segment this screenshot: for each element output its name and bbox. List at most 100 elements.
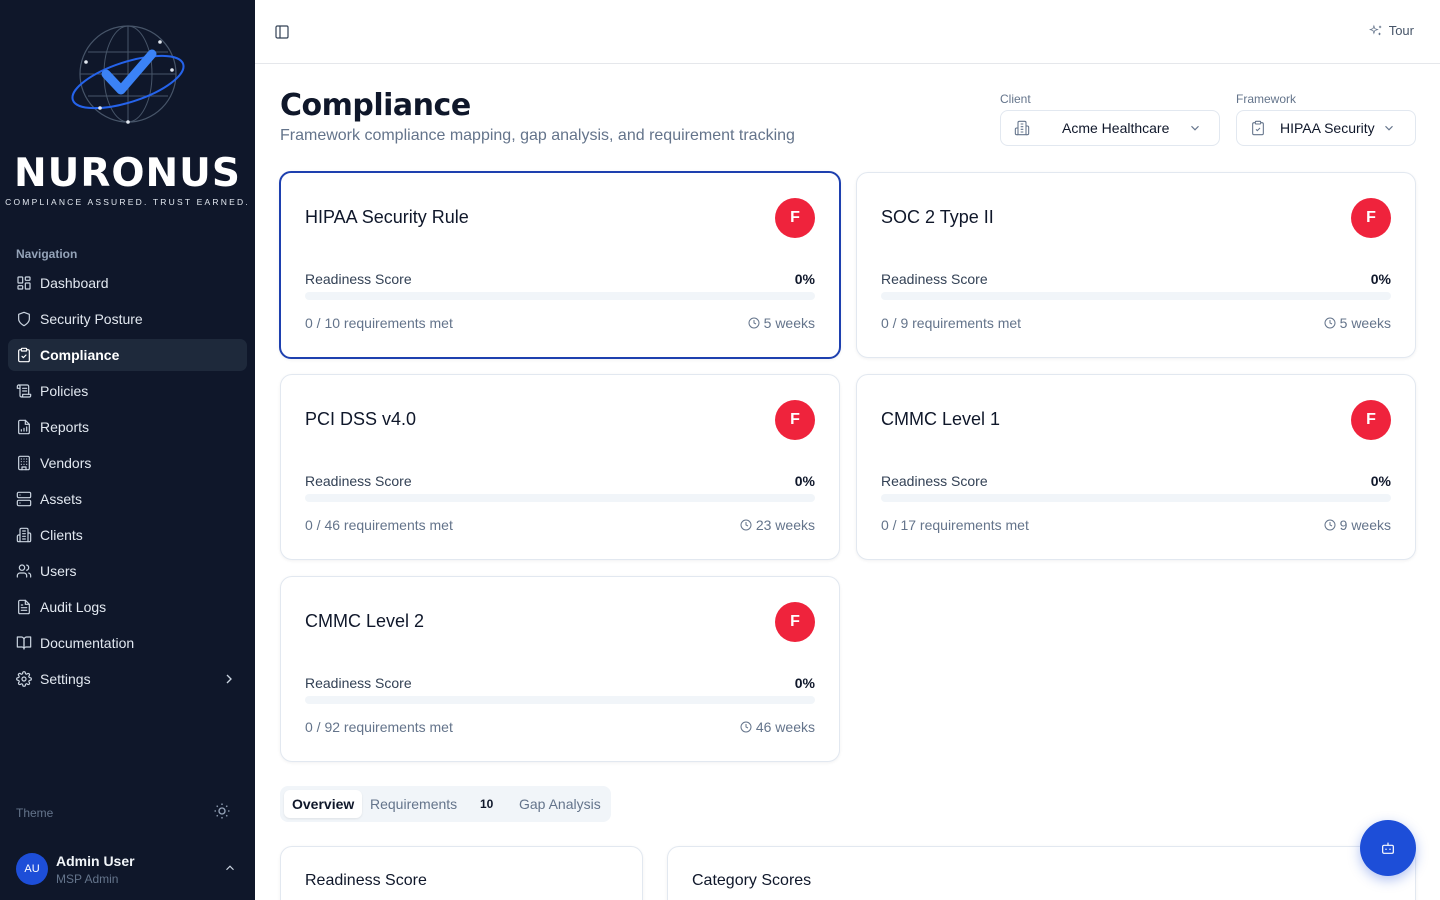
tab-gap-analysis[interactable]: Gap Analysis xyxy=(519,790,601,818)
requirements-met: 0 / 10 requirements met xyxy=(305,315,453,331)
framework-label: Framework xyxy=(1236,92,1297,106)
weeks-value: 46 weeks xyxy=(755,719,815,735)
nav-heading: Navigation xyxy=(16,247,78,261)
framework-card[interactable]: CMMC Level 1 F Readiness Score 0% 0 / 17 req… xyxy=(856,374,1416,560)
sidebar-item-documentation[interactable]: Documentation xyxy=(8,627,247,659)
page-subtitle: Framework compliance mapping, gap analys… xyxy=(280,127,795,144)
file-text-icon xyxy=(16,599,32,615)
readiness-progress-bar xyxy=(881,292,1391,300)
requirements-met: 0 / 17 requirements met xyxy=(881,517,1029,533)
tour-label: Tour xyxy=(1388,23,1414,38)
requirements-met: 0 / 9 requirements met xyxy=(881,315,1022,331)
clipboard-check-icon xyxy=(1250,120,1266,136)
weeks-value: 5 weeks xyxy=(1339,315,1391,331)
clipboard-check-icon xyxy=(16,347,32,363)
requirements-met: 0 / 46 requirements met xyxy=(305,517,453,533)
dashboard-icon xyxy=(16,275,32,291)
framework-name: PCI DSS v4.0 xyxy=(305,409,417,429)
sidebar-item-reports[interactable]: Reports xyxy=(8,411,247,443)
clock-icon xyxy=(740,519,752,531)
brand-logo[interactable]: NURONUS COMPLIANCE ASSURED. TRUST EARNED… xyxy=(0,14,255,214)
building-2-icon xyxy=(16,527,32,543)
estimated-time: 46 weeks xyxy=(740,719,815,735)
client-select[interactable]: Acme Healthcare xyxy=(1000,110,1220,146)
tour-button[interactable]: Tour xyxy=(1368,23,1414,38)
sidebar-item-security-posture[interactable]: Security Posture xyxy=(8,303,247,335)
sidebar-item-vendors[interactable]: Vendors xyxy=(8,447,247,479)
framework-name: HIPAA Security Rule xyxy=(305,207,469,227)
clock-icon xyxy=(748,317,760,329)
grade-badge: F xyxy=(775,198,815,238)
readiness-label: Readiness Score xyxy=(305,675,412,691)
user-name: Admin User xyxy=(56,853,135,869)
brand-name: NURONUS xyxy=(14,151,241,196)
sun-icon xyxy=(214,803,230,819)
sidebar-item-assets[interactable]: Assets xyxy=(8,483,247,515)
assistant-button[interactable] xyxy=(1360,820,1416,876)
category-scores-panel: Category Scores xyxy=(667,846,1416,900)
sparkles-icon xyxy=(1368,24,1381,35)
sidebar-item-label: Vendors xyxy=(40,455,92,471)
sidebar: NURONUS COMPLIANCE ASSURED. TRUST EARNED… xyxy=(0,0,255,900)
chevron-down-icon xyxy=(1382,121,1396,135)
topbar: Tour xyxy=(255,0,1440,64)
client-label: Client xyxy=(1000,92,1031,106)
readiness-label: Readiness Score xyxy=(305,271,412,287)
sidebar-item-label: Settings xyxy=(40,671,91,687)
chevron-right-icon xyxy=(221,671,237,687)
weeks-value: 5 weeks xyxy=(763,315,815,331)
panel-title: Category Scores xyxy=(692,872,812,889)
sidebar-toggle-button[interactable] xyxy=(274,24,290,40)
readiness-value: 0% xyxy=(794,675,815,691)
grade-badge: F xyxy=(1351,198,1391,238)
panel-left-icon xyxy=(275,25,289,39)
framework-select[interactable]: HIPAA Security I xyxy=(1236,110,1416,146)
client-value: Acme Healthcare xyxy=(1062,120,1170,136)
sidebar-item-label: Clients xyxy=(40,527,83,543)
tab-overview[interactable]: Overview xyxy=(284,790,363,818)
framework-name: CMMC Level 1 xyxy=(881,409,1001,429)
building-icon xyxy=(1014,120,1030,136)
framework-card[interactable]: PCI DSS v4.0 F Readiness Score 0% 0 / 46 req… xyxy=(280,374,840,560)
framework-name: CMMC Level 2 xyxy=(305,611,425,631)
gear-icon xyxy=(16,671,32,687)
bot-icon xyxy=(1382,842,1394,854)
sidebar-item-audit-logs[interactable]: Audit Logs xyxy=(8,591,247,623)
chevron-down-icon xyxy=(1188,121,1202,135)
sidebar-item-label: Reports xyxy=(40,419,90,435)
weeks-value: 9 weeks xyxy=(1339,517,1391,533)
readiness-progress-bar xyxy=(305,292,815,300)
sidebar-item-compliance[interactable]: Compliance xyxy=(8,339,247,371)
estimated-time: 9 weeks xyxy=(1324,517,1391,533)
sidebar-item-dashboard[interactable]: Dashboard xyxy=(8,267,247,299)
scroll-icon xyxy=(16,383,32,399)
tab-list: Overview Requirements 10 Gap Analysis xyxy=(280,786,611,822)
brand-tagline: COMPLIANCE ASSURED. TRUST EARNED. xyxy=(5,197,250,207)
framework-value: HIPAA Security I xyxy=(1280,120,1376,136)
avatar: AU xyxy=(16,853,48,885)
sidebar-item-clients[interactable]: Clients xyxy=(8,519,247,551)
user-role: MSP Admin xyxy=(56,872,119,886)
framework-card[interactable]: HIPAA Security Rule F Readiness Score 0% 0 /… xyxy=(279,171,841,359)
shield-icon xyxy=(16,311,32,327)
file-chart-icon xyxy=(16,419,32,435)
sidebar-item-label: Audit Logs xyxy=(40,599,107,615)
readiness-progress-bar xyxy=(881,494,1391,502)
tab-requirements[interactable]: Requirements xyxy=(370,790,457,818)
sidebar-item-settings[interactable]: Settings xyxy=(8,663,247,695)
clock-icon xyxy=(1324,519,1336,531)
readiness-label: Readiness Score xyxy=(881,473,988,489)
framework-card[interactable]: SOC 2 Type II F Readiness Score 0% 0 / 9 req… xyxy=(856,172,1416,358)
sidebar-item-users[interactable]: Users xyxy=(8,555,247,587)
sidebar-item-policies[interactable]: Policies xyxy=(8,375,247,407)
sidebar-item-label: Dashboard xyxy=(40,275,109,291)
theme-toggle-button[interactable] xyxy=(213,802,233,822)
user-menu[interactable]: AU Admin User MSP Admin xyxy=(16,851,241,889)
framework-card[interactable]: CMMC Level 2 F Readiness Score 0% 0 / 92 req… xyxy=(280,576,840,762)
readiness-label: Readiness Score xyxy=(305,473,412,489)
readiness-value: 0% xyxy=(794,473,815,489)
theme-label: Theme xyxy=(16,806,54,820)
readiness-progress-bar xyxy=(305,696,815,704)
sidebar-item-label: Users xyxy=(40,563,77,579)
readiness-label: Readiness Score xyxy=(881,271,988,287)
